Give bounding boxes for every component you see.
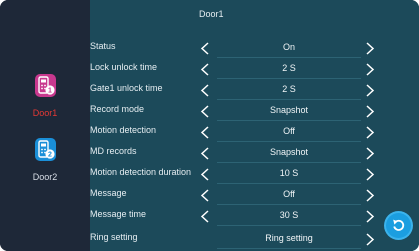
setting-value[interactable]: Off [217,122,361,142]
chevron-right-icon[interactable] [363,59,377,80]
setting-row-lock-unlock-time: Lock unlock time 2 S [90,59,419,80]
chevron-left-icon[interactable] [198,206,212,227]
chevron-right-icon[interactable] [363,229,377,250]
setting-row-message-time: Message time 30 S [90,206,419,227]
chevron-left-icon[interactable] [198,164,212,185]
setting-label: Ring setting [90,232,138,242]
chevron-right-icon[interactable] [363,101,377,122]
setting-label: Lock unlock time [90,62,158,72]
setting-value[interactable]: 10 S [217,164,361,184]
door-phone-icon: 2 [34,138,56,161]
setting-row-status: Status On [90,38,419,59]
setting-value[interactable]: 2 S [217,59,361,79]
setting-label: Status [90,41,116,51]
door-label: Door2 [32,172,58,182]
setting-row-gate1-unlock-time: Gate1 unlock time 2 S [90,80,419,101]
setting-label: Message time [90,209,147,219]
chevron-right-icon[interactable] [363,206,377,227]
setting-label: MD records [90,146,137,156]
door-phone-icon: 1 [34,74,56,97]
back-button[interactable] [386,213,411,238]
chevron-left-icon[interactable] [198,101,212,122]
setting-value[interactable]: 2 S [217,80,361,100]
setting-row-motion-detection-duration: Motion detection duration 10 S [90,164,419,185]
setting-value[interactable]: Ring setting [217,229,361,249]
chevron-left-icon[interactable] [198,38,212,59]
setting-row-record-mode: Record mode Snapshot [90,101,419,122]
setting-value[interactable]: On [217,38,361,58]
door-settings-screen: 1 Door1 2 Door2 Door1 Status On Lock unl… [0,0,419,251]
chevron-right-icon[interactable] [363,143,377,164]
setting-label: Motion detection duration [90,167,192,177]
chevron-right-icon[interactable] [363,38,377,59]
setting-row-md-records: MD records Snapshot [90,143,419,164]
chevron-left-icon[interactable] [198,143,212,164]
chevron-right-icon[interactable] [363,80,377,101]
door-badge: 2 [48,151,52,158]
setting-value[interactable]: Snapshot [217,101,361,121]
setting-value[interactable]: Off [217,185,361,205]
setting-label: Message [90,188,127,198]
door-item-door2[interactable]: 2 Door2 [0,138,90,183]
door-badge: 1 [48,87,52,94]
chevron-left-icon[interactable] [198,59,212,80]
chevron-right-icon[interactable] [363,185,377,206]
page-title: Door1 [199,9,224,19]
door-label: Door1 [32,108,58,118]
settings-panel: Door1 Status On Lock unlock time 2 S Gat… [90,0,419,251]
chevron-right-icon[interactable] [363,164,377,185]
setting-label: Gate1 unlock time [90,83,163,93]
setting-row-message: Message Off [90,185,419,206]
setting-label: Motion detection [90,125,157,135]
chevron-left-icon[interactable] [198,185,212,206]
door-sidebar: 1 Door1 2 Door2 [0,0,90,251]
door-item-door1[interactable]: 1 Door1 [0,74,90,119]
setting-label: Record mode [90,104,145,114]
setting-value[interactable]: 30 S [217,206,361,226]
setting-value[interactable]: Snapshot [217,143,361,163]
chevron-left-icon[interactable] [198,80,212,101]
chevron-right-icon[interactable] [363,122,377,143]
chevron-left-icon[interactable] [198,122,212,143]
setting-row-ring-setting: Ring setting Ring setting [90,229,419,250]
setting-row-motion-detection: Motion detection Off [90,122,419,143]
